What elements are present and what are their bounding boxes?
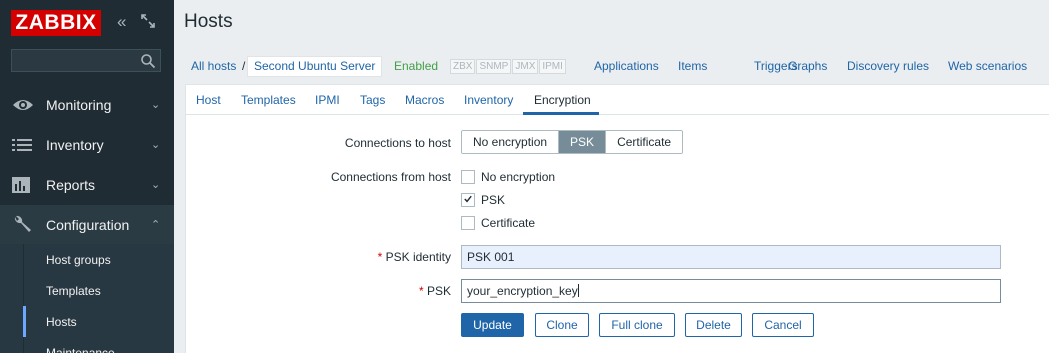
submenu-label: Maintenance — [46, 346, 115, 353]
tab-macros[interactable]: Macros — [405, 93, 444, 107]
form-container: Host Templates IPMI Tags Macros Inventor… — [185, 84, 1049, 353]
list-icon — [12, 135, 34, 155]
eye-icon — [12, 95, 34, 115]
menu-item-configuration[interactable]: Configuration ⌃ — [0, 205, 174, 245]
availability-snmp: SNMP — [476, 59, 512, 74]
zabbix-logo[interactable]: ZABBIX — [11, 10, 101, 36]
items-link[interactable]: Items — [678, 59, 707, 73]
chevron-up-icon: ⌃ — [151, 219, 161, 231]
required-marker: * — [377, 250, 383, 264]
menu-item-inventory[interactable]: Inventory ⌄ — [0, 125, 174, 165]
tab-host[interactable]: Host — [196, 93, 221, 107]
submenu-item-hosts[interactable]: Hosts — [0, 306, 174, 337]
psk-input[interactable]: your_encryption_key — [461, 279, 1001, 303]
sidebar: ZABBIX « Monitoring ⌄ Inventory ⌄ Report… — [0, 0, 174, 353]
to-host-psk-option[interactable]: PSK — [559, 131, 607, 153]
connections-from-host-label: Connections from host — [330, 170, 451, 184]
menu-item-monitoring[interactable]: Monitoring ⌄ — [0, 85, 174, 125]
checkmark-icon — [464, 195, 472, 203]
psk-identity-value: PSK 001 — [467, 250, 515, 264]
submenu-label: Templates — [46, 284, 101, 298]
discovery-rules-link[interactable]: Discovery rules — [847, 59, 929, 73]
submenu-label: Host groups — [46, 253, 111, 267]
status-badge[interactable]: Enabled — [394, 59, 438, 73]
checkbox-label: No encryption — [481, 170, 556, 184]
text-caret — [577, 284, 579, 297]
chevron-down-icon: ⌄ — [151, 179, 161, 191]
update-button[interactable]: Update — [461, 313, 524, 337]
chevron-down-icon: ⌄ — [151, 139, 161, 151]
to-host-certificate-option[interactable]: Certificate — [606, 131, 683, 153]
submenu-item-maintenance[interactable]: Maintenance — [0, 337, 174, 353]
chevron-down-icon: ⌄ — [151, 99, 161, 111]
checkbox-label: Certificate — [481, 216, 536, 230]
availability-zbx: ZBX — [450, 59, 476, 74]
active-tab-indicator — [523, 112, 599, 115]
psk-label: * PSK — [419, 284, 451, 298]
psk-identity-label-text: PSK identity — [385, 250, 451, 264]
psk-label-text: PSK — [426, 284, 451, 298]
tab-ipmi[interactable]: IPMI — [315, 93, 340, 107]
kiosk-mode-icon[interactable] — [141, 14, 155, 28]
connections-to-host-selector: No encryption PSK Certificate — [461, 130, 684, 154]
menu-label: Inventory — [46, 137, 104, 153]
psk-value: your_encryption_key — [467, 284, 578, 298]
current-host-link[interactable]: Second Ubuntu Server — [247, 56, 383, 77]
tab-encryption[interactable]: Encryption — [534, 93, 591, 107]
delete-button[interactable]: Delete — [685, 313, 742, 337]
tab-templates[interactable]: Templates — [241, 93, 296, 107]
full-clone-button[interactable]: Full clone — [599, 313, 675, 337]
collapse-sidebar-icon[interactable]: « — [117, 12, 133, 32]
configuration-submenu: Host groups Templates Hosts Maintenance — [0, 244, 174, 353]
all-hosts-link[interactable]: All hosts — [191, 59, 236, 73]
menu-label: Monitoring — [46, 97, 112, 113]
required-marker: * — [418, 284, 424, 298]
from-host-certificate-checkbox[interactable] — [461, 216, 475, 230]
availability-jmx: JMX — [512, 59, 539, 74]
sidebar-search-input[interactable] — [11, 49, 161, 72]
menu-item-reports[interactable]: Reports ⌄ — [0, 165, 174, 205]
page-title: Hosts — [184, 11, 233, 32]
breadcrumb-separator: / — [242, 59, 246, 73]
host-navigation: All hosts / Second Ubuntu Server Enabled… — [174, 45, 1049, 84]
menu-label: Reports — [46, 177, 96, 193]
search-icon[interactable] — [140, 53, 156, 69]
submenu-item-templates[interactable]: Templates — [0, 275, 174, 306]
checkbox-label: PSK — [481, 193, 506, 207]
submenu-item-host-groups[interactable]: Host groups — [0, 244, 174, 275]
availability-indicators: ZBX SNMP JMX IPMI — [450, 59, 567, 74]
tab-inventory[interactable]: Inventory — [464, 93, 513, 107]
web-scenarios-link[interactable]: Web scenarios — [948, 59, 1027, 73]
main-area: Hosts All hosts / Second Ubuntu Server E… — [174, 0, 1049, 353]
from-host-psk-checkbox[interactable] — [461, 193, 475, 207]
sidebar-header: ZABBIX « — [0, 0, 174, 44]
to-host-no-encryption-option[interactable]: No encryption — [462, 131, 560, 153]
wrench-icon — [12, 215, 34, 235]
tab-tags[interactable]: Tags — [360, 93, 385, 107]
submenu-label: Hosts — [46, 315, 77, 329]
bar-chart-icon — [12, 175, 34, 195]
selected-indicator — [23, 306, 26, 337]
tab-bar: Host Templates IPMI Tags Macros Inventor… — [186, 85, 1049, 115]
applications-link[interactable]: Applications — [594, 59, 659, 73]
graphs-link[interactable]: Graphs — [788, 59, 827, 73]
from-host-no-encryption-checkbox[interactable] — [461, 170, 475, 184]
cancel-button[interactable]: Cancel — [752, 313, 814, 337]
menu-label: Configuration — [46, 217, 130, 233]
availability-ipmi: IPMI — [539, 59, 566, 74]
psk-identity-label: * PSK identity — [378, 250, 451, 264]
clone-button[interactable]: Clone — [535, 313, 589, 337]
connections-to-host-label: Connections to host — [344, 136, 451, 150]
psk-identity-input[interactable]: PSK 001 — [461, 245, 1001, 269]
